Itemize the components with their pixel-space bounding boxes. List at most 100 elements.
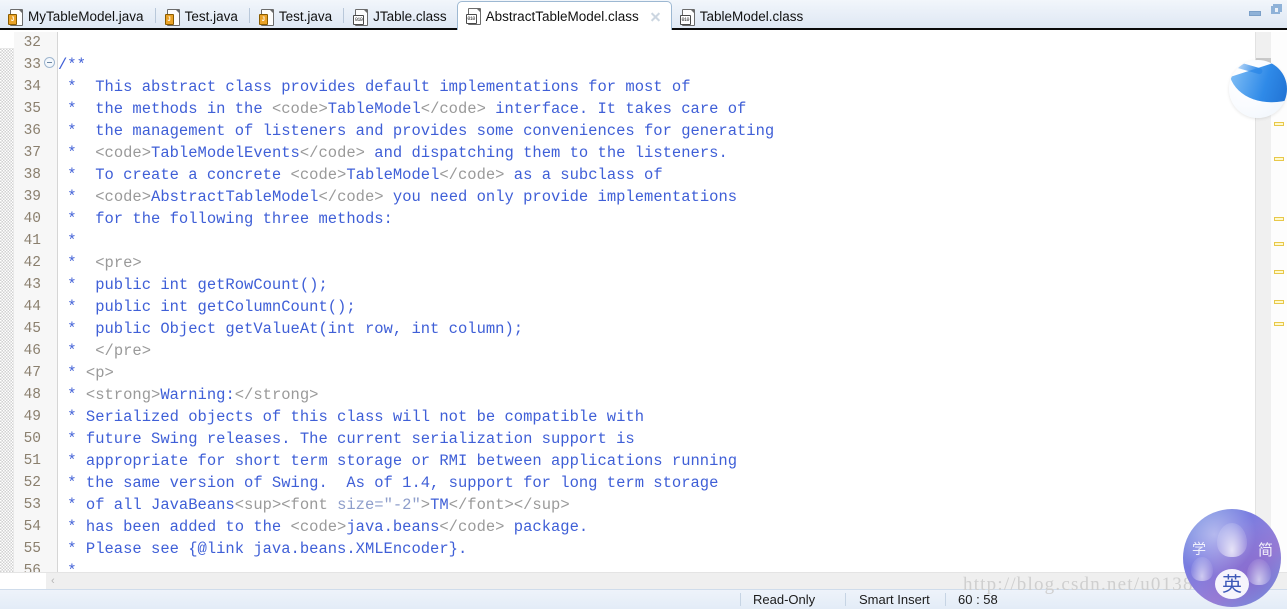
scroll-left-arrow-icon[interactable]: ‹ [51,576,55,587]
editor-tab-jtable-class[interactable]: 010 JTable.class [345,3,457,30]
status-readonly: Read-Only [753,592,816,607]
source-code-text[interactable]: /** * This abstract class provides defau… [58,32,1287,572]
code-line[interactable] [58,32,1287,54]
code-token: * public int getRowCount(); [58,276,328,294]
code-token: <pre> [95,254,142,272]
tab-separator [248,7,250,23]
tab-label: MyTableModel.java [28,9,144,24]
code-line[interactable]: * </pre> [58,340,1287,362]
vertical-scrollbar-thumb[interactable] [1256,58,1271,96]
line-number: 52 [23,475,41,491]
code-token: interface. It takes care of [485,100,747,118]
warning-marker-icon[interactable] [1274,157,1284,161]
horizontal-scrollbar[interactable]: ‹ [0,572,1287,590]
code-line[interactable]: * <pre> [58,252,1287,274]
code-token: * Serialized objects of this class will … [58,408,644,426]
editor-tab-tablemodel-class[interactable]: 010 TableModel.class [672,3,814,30]
class-file-icon: 010 [465,8,481,25]
code-token: * Please see {@link java.beans.XMLEncode… [58,540,468,558]
line-number: 35 [23,101,41,117]
code-token: * for the following three methods: [58,210,393,228]
code-line[interactable]: * This abstract class provides default i… [58,76,1287,98]
line-number: 49 [23,409,41,425]
code-token: <code> [95,144,152,162]
code-line[interactable]: * future Swing releases. The current ser… [58,428,1287,450]
tab-label: AbstractTableModel.class [485,8,639,24]
code-line[interactable]: * <code>AbstractTableModel</code> you ne… [58,186,1287,208]
code-line[interactable]: * Please see {@link java.beans.XMLEncode… [58,538,1287,560]
code-line[interactable]: * for the following three methods: [58,208,1287,230]
quick-diff-column [0,32,14,572]
code-token: </code> [439,166,505,184]
code-line[interactable]: * [58,230,1287,252]
code-line[interactable]: * of all JavaBeans<sup><font size="-2">T… [58,494,1287,516]
warning-marker-icon[interactable] [1274,122,1284,126]
code-token: </code> [420,100,486,118]
overview-ruler[interactable] [1271,32,1287,572]
class-file-icon: 010 [353,8,369,26]
code-token: </font> [448,496,514,514]
line-number: 50 [23,431,41,447]
code-line[interactable]: * public int getRowCount(); [58,274,1287,296]
line-number-gutter: 32 33 34 35 36 37 38 39 40 41 42 43 44 45 46 47 48 49 50 51… [14,32,43,572]
code-token: * [58,386,86,404]
code-line[interactable]: * <p> [58,362,1287,384]
tab-label: Test.java [184,9,238,24]
code-token: <code> [95,188,152,206]
code-line[interactable]: * <code>TableModelEvents</code> and disp… [58,142,1287,164]
code-token: <code> [290,518,347,536]
code-line[interactable]: * [58,560,1287,572]
code-line[interactable]: * the methods in the <code>TableModel</c… [58,98,1287,120]
code-line[interactable]: * appropriate for short term storage or … [58,450,1287,472]
code-token: <sup> [234,496,282,514]
code-token: * This abstract class provides default i… [58,78,691,96]
code-line[interactable]: * Serialized objects of this class will … [58,406,1287,428]
code-line[interactable]: /** [58,54,1287,76]
line-number: 38 [23,167,41,183]
code-token: <strong> [85,386,161,404]
line-number: 54 [23,519,41,535]
minimize-button[interactable] [1247,4,1261,17]
status-insert-mode: Smart Insert [859,592,930,607]
editor-tab-bar: J MyTableModel.java J Test.java J Test.java 01… [0,0,1287,30]
folding-column[interactable] [43,32,58,572]
editor-tab-test-java[interactable]: J Test.java [157,3,248,30]
warning-marker-icon[interactable] [1274,217,1284,221]
warning-marker-icon[interactable] [1274,242,1284,246]
line-number: 37 [23,145,41,161]
vertical-scrollbar[interactable] [1255,32,1271,572]
code-line[interactable]: * the management of listeners and provid… [58,120,1287,142]
code-token: * [58,232,77,250]
line-number: 36 [23,123,41,139]
warning-marker-icon[interactable] [1274,270,1284,274]
editor-tab-abstracttablemodel-class[interactable]: 010 AbstractTableModel.class [456,1,672,30]
code-token: * [58,144,96,162]
code-line[interactable]: * has been added to the <code>java.beans… [58,516,1287,538]
class-file-icon: 010 [679,8,695,26]
tab-close-icon[interactable] [650,11,661,22]
line-number: 33 [23,57,41,73]
code-token: </sup> [513,496,570,514]
tab-label: Test.java [278,9,333,24]
code-editor[interactable]: 32 33 34 35 36 37 38 39 40 41 42 43 44 45 46 47 48 49 50 51… [0,32,1287,572]
editor-tab-mytablemodel-java[interactable]: J MyTableModel.java [0,3,154,30]
code-token: * the methods in the [58,100,272,118]
status-cursor-position: 60 : 58 [958,592,998,607]
code-token: * appropriate for short term storage or … [58,452,738,470]
code-line[interactable]: * To create a concrete <code>TableModel<… [58,164,1287,186]
editor-tab-test-java[interactable]: J Test.java [251,3,342,30]
code-token: * the management of listeners and provid… [58,122,775,140]
warning-marker-icon[interactable] [1274,300,1284,304]
maximize-button[interactable] [1269,4,1283,17]
line-number: 41 [23,233,41,249]
code-line[interactable]: * <strong>Warning:</strong> [58,384,1287,406]
code-line[interactable]: * public Object getValueAt(int row, int … [58,318,1287,340]
code-line[interactable]: * the same version of Swing. As of 1.4, … [58,472,1287,494]
line-number: 43 [23,277,41,293]
fold-collapse-icon[interactable] [44,57,55,68]
code-token: AbstractTableModel [151,188,319,206]
line-number: 45 [23,321,41,337]
warning-marker-icon[interactable] [1274,322,1284,326]
code-token: </pre> [95,342,152,360]
code-line[interactable]: * public int getColumnCount(); [58,296,1287,318]
